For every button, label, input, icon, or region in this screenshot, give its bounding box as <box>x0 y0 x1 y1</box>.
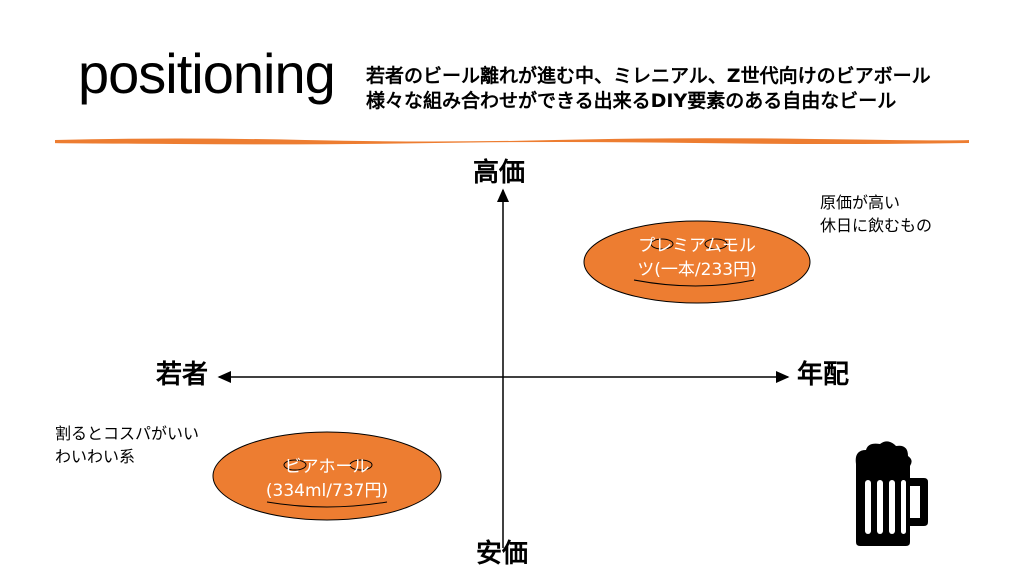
beer-ball-note-line-1: 割るとコスパがいい <box>55 424 200 443</box>
premium-malts-note-line-2: 休日に飲むもの <box>820 216 933 235</box>
premium-malts-label: プレミアムモル ツ(一本/233円) <box>582 234 812 282</box>
beer-ball-note: 割るとコスパがいい わいわい系 <box>55 422 199 468</box>
premium-malts-note: 原価が高い 休日に飲むもの <box>820 191 932 237</box>
beer-ball-note-line-2: わいわい系 <box>55 447 136 466</box>
beer-ball-name: ビアホール <box>284 457 370 477</box>
axis-label-right: 年配 <box>797 360 850 390</box>
premium-malts-note-line-1: 原価が高い <box>820 193 901 212</box>
axis-label-bottom: 安価 <box>476 539 529 569</box>
beer-mug-icon <box>855 441 928 546</box>
premium-malts-price: ツ(一本/233円) <box>637 260 757 280</box>
beer-ball-price: (334ml/737円) <box>265 481 389 501</box>
axis-label-top: 高価 <box>473 158 526 188</box>
axis-label-left: 若者 <box>156 360 209 390</box>
beer-ball-label: ビアホール (334ml/737円) <box>211 455 443 503</box>
premium-malts-name: プレミアムモル <box>638 236 756 256</box>
